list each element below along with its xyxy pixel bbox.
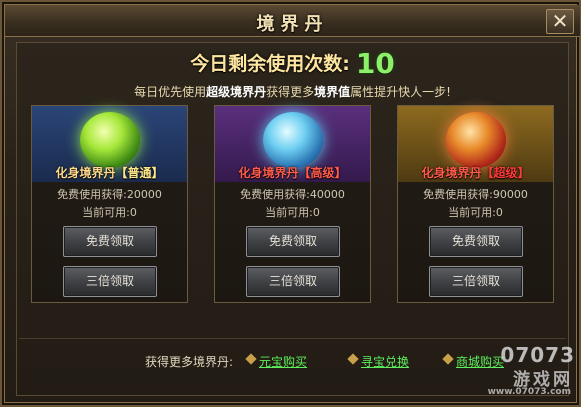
tip-prefix: 每日优先使用: [134, 85, 207, 99]
card-free-reward: 免费使用获得:20000: [57, 188, 162, 201]
card-title: 化身境界丹【普通】: [32, 164, 187, 181]
triple-claim-button[interactable]: 三倍领取: [63, 266, 157, 297]
tip-suffix: 属性提升快人一步!: [350, 85, 451, 99]
tip-highlight-realm-value: 境界值: [314, 85, 351, 99]
red-gold-orb-icon: [446, 112, 506, 168]
tip-middle: 获得更多: [266, 85, 315, 99]
remaining-uses-count: 10: [355, 47, 395, 80]
remaining-uses-line: 今日剩余使用次数: 10: [2, 47, 581, 80]
card-title: 化身境界丹【高级】: [215, 164, 370, 181]
card-grade: 【高级】: [298, 166, 347, 180]
card-grade: 【普通】: [115, 166, 164, 180]
pill-card-normal: 化身境界丹【普通】 免费使用获得:20000 当前可用:0 免费领取 三倍领取: [31, 105, 188, 303]
triple-claim-button[interactable]: 三倍领取: [429, 266, 523, 297]
window-title: 境界丹: [256, 14, 329, 35]
card-name: 化身境界丹: [55, 166, 116, 180]
footer-label: 获得更多境界丹:: [145, 355, 234, 369]
title-bar: 境界丹 ✕: [5, 5, 580, 37]
card-available-count: 当前可用:0: [82, 206, 137, 219]
free-claim-button[interactable]: 免费领取: [429, 226, 523, 257]
card-name: 化身境界丹: [238, 166, 299, 180]
card-available-count: 当前可用:0: [265, 206, 320, 219]
dialog-window: 境界丹 ✕ 今日剩余使用次数: 10 每日优先使用超级境界丹获得更多境界值属性提升…: [0, 0, 581, 407]
card-grade: 【超级】: [481, 166, 530, 180]
card-free-reward: 免费使用获得:90000: [423, 188, 528, 201]
diamond-bullet-icon: [245, 353, 257, 365]
tip-highlight-super-pill: 超级境界丹: [206, 85, 267, 99]
pill-card-super: 化身境界丹【超级】 免费使用获得:90000 当前可用:0 免费领取 三倍领取: [397, 105, 554, 303]
link-treasure-exchange[interactable]: 寻宝兑换: [361, 353, 409, 370]
diamond-bullet-icon: [442, 353, 454, 365]
diamond-bullet-icon: [347, 353, 359, 365]
close-button[interactable]: ✕: [546, 9, 574, 34]
tip-text: 每日优先使用超级境界丹获得更多境界值属性提升快人一步!: [2, 83, 581, 100]
pill-card-high: 化身境界丹【高级】 免费使用获得:40000 当前可用:0 免费领取 三倍领取: [214, 105, 371, 303]
triple-claim-button[interactable]: 三倍领取: [246, 266, 340, 297]
remaining-uses-label: 今日剩余使用次数:: [190, 53, 350, 75]
green-orb-icon: [80, 112, 140, 168]
watermark-url: www.07073.com: [487, 387, 571, 397]
site-watermark: 07073 游戏网 www.07073.com: [465, 343, 575, 401]
card-name: 化身境界丹: [421, 166, 482, 180]
card-available-count: 当前可用:0: [448, 206, 503, 219]
blue-orb-icon: [263, 112, 323, 168]
link-ingot-purchase[interactable]: 元宝购买: [259, 353, 307, 370]
watermark-logo: 07073: [500, 343, 575, 367]
card-title: 化身境界丹【超级】: [398, 164, 553, 181]
free-claim-button[interactable]: 免费领取: [246, 226, 340, 257]
free-claim-button[interactable]: 免费领取: [63, 226, 157, 257]
card-free-reward: 免费使用获得:40000: [240, 188, 345, 201]
